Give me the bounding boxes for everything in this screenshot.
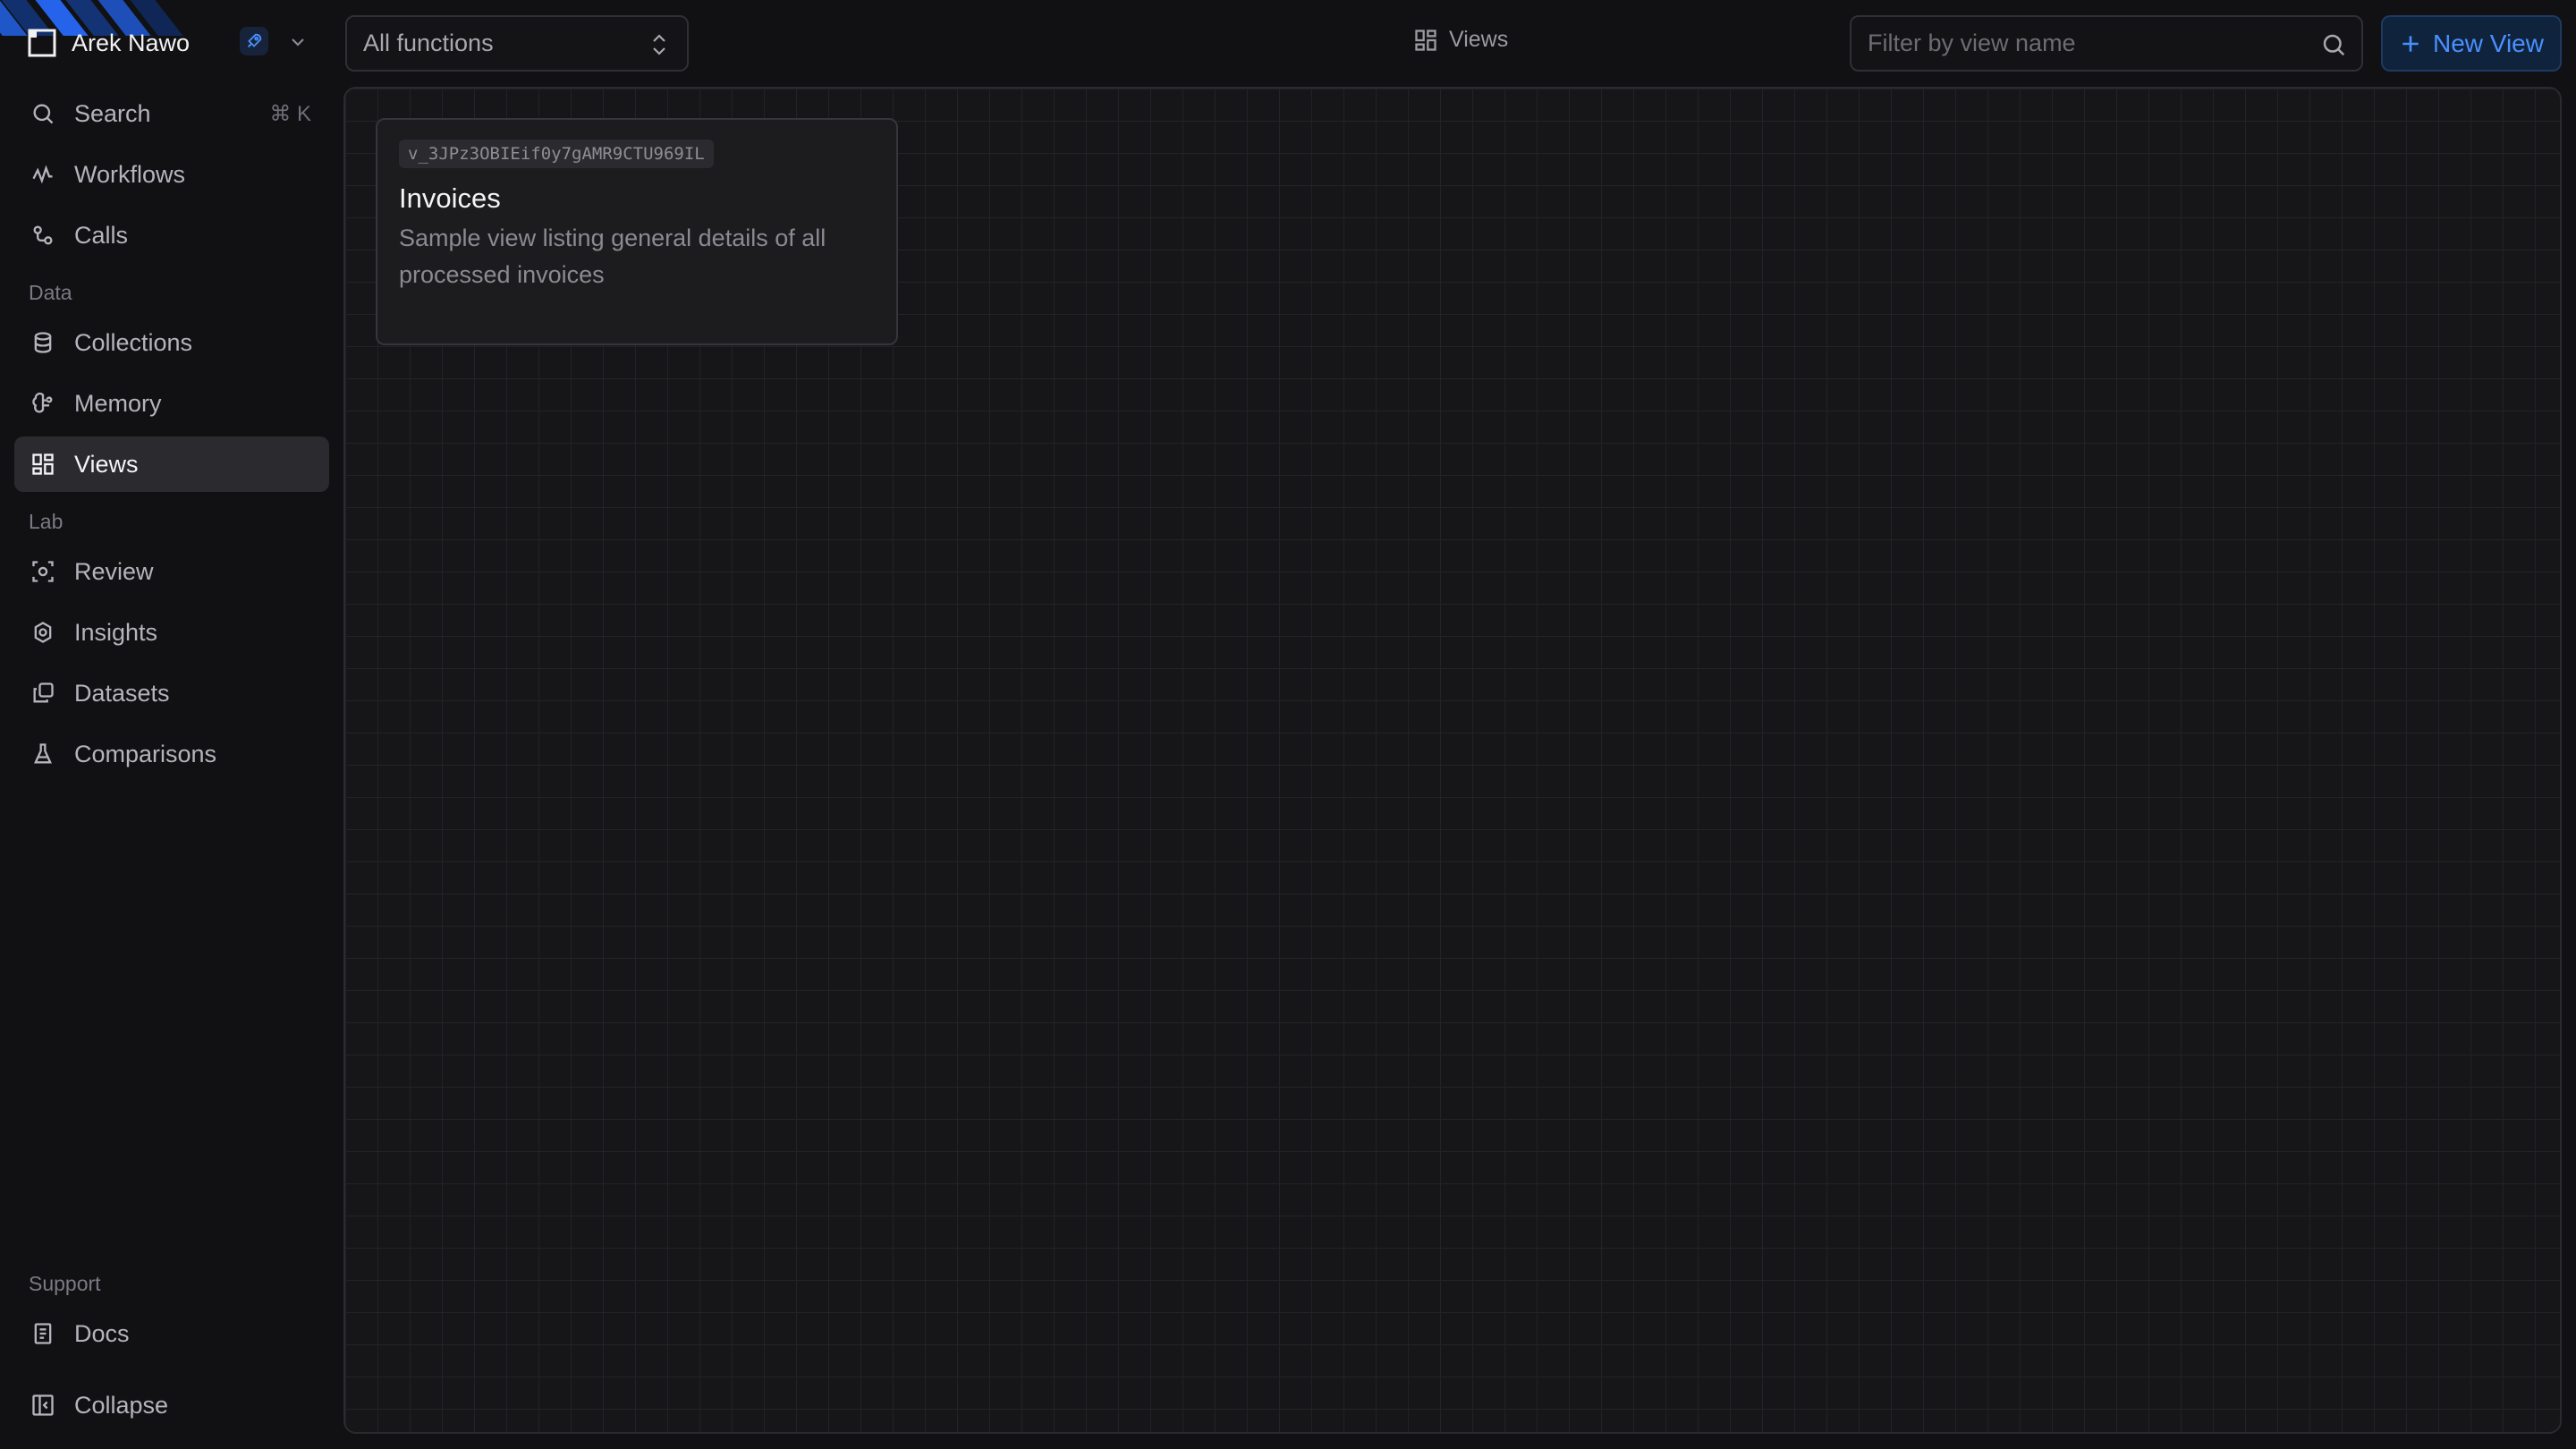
section-label-data: Data <box>29 281 72 304</box>
sidebar-item-label: Calls <box>74 221 129 249</box>
docs-icon <box>30 1320 56 1347</box>
sidebar-item-label: Collapse <box>74 1391 169 1419</box>
review-icon <box>30 558 56 585</box>
sidebar-item-insights[interactable]: Insights <box>14 605 329 660</box>
sidebar-item-label: Views <box>74 450 139 478</box>
sidebar-item-comparisons[interactable]: Comparisons <box>14 726 329 782</box>
new-view-button[interactable]: New View <box>2381 15 2562 72</box>
sidebar-item-label: Collections <box>74 328 193 356</box>
sidebar-item-collections[interactable]: Collections <box>14 315 329 370</box>
sidebar-item-label: Datasets <box>74 679 170 707</box>
views-canvas: v_3JPz3OBIEif0y7gAMR9CTU969IL Invoices S… <box>343 87 2562 1434</box>
sidebar-item-memory[interactable]: Memory <box>14 376 329 431</box>
view-card[interactable]: v_3JPz3OBIEif0y7gAMR9CTU969IL Invoices S… <box>376 118 898 345</box>
environment-badge[interactable] <box>240 27 268 55</box>
workspace-switcher[interactable]: Arek Nawo <box>27 23 190 63</box>
section-label-lab: Lab <box>29 510 64 533</box>
sidebar: Arek Nawo Search ⌘ K Workflows Calls Dat… <box>0 0 342 1449</box>
sidebar-item-docs[interactable]: Docs <box>14 1306 329 1361</box>
workflow-icon <box>30 161 56 188</box>
search-shortcut: ⌘ K <box>269 101 311 126</box>
chevron-down-icon[interactable] <box>288 32 308 52</box>
function-select-value: All functions <box>363 30 494 56</box>
sidebar-item-label: Insights <box>74 618 158 646</box>
sidebar-item-label: Review <box>74 557 154 585</box>
section-label-support: Support <box>29 1272 101 1295</box>
rocket-icon <box>247 33 262 48</box>
grid-icon <box>30 451 56 478</box>
view-id-badge: v_3JPz3OBIEif0y7gAMR9CTU969IL <box>399 140 714 168</box>
collapse-icon <box>30 1392 56 1419</box>
page-title-label: Views <box>1449 27 1509 52</box>
filter-view-input[interactable] <box>1852 17 2361 70</box>
new-view-label: New View <box>2433 29 2544 57</box>
view-description: Sample view listing general details of a… <box>399 225 826 288</box>
sidebar-item-search[interactable]: Search ⌘ K <box>14 86 329 141</box>
database-icon <box>30 329 56 356</box>
flask-icon <box>30 741 56 767</box>
search-icon <box>30 100 56 127</box>
sidebar-item-workflows[interactable]: Workflows <box>14 147 329 202</box>
function-select[interactable]: All functions <box>345 15 689 72</box>
sidebar-collapse-button[interactable]: Collapse <box>14 1377 329 1433</box>
workspace-name: Arek Nawo <box>72 29 191 56</box>
view-title: Invoices <box>399 182 501 214</box>
plus-icon <box>2402 35 2419 52</box>
search-icon[interactable] <box>2320 31 2347 58</box>
page-title: Views <box>1413 27 1508 53</box>
datasets-icon <box>30 680 56 707</box>
filter-view-input-wrapper <box>1850 15 2363 72</box>
sidebar-item-views[interactable]: Views <box>14 436 329 492</box>
insights-icon <box>30 619 56 646</box>
sidebar-item-label: Docs <box>74 1319 130 1347</box>
sidebar-item-label: Search <box>74 99 151 127</box>
sidebar-item-review[interactable]: Review <box>14 544 329 599</box>
sidebar-item-label: Workflows <box>74 160 186 188</box>
sidebar-item-label: Comparisons <box>74 740 217 767</box>
sidebar-item-label: Memory <box>74 389 162 417</box>
chevron-updown-icon <box>653 34 665 55</box>
sidebar-item-datasets[interactable]: Datasets <box>14 665 329 721</box>
grid-icon <box>1415 29 1436 51</box>
calls-icon <box>30 222 56 249</box>
sidebar-item-calls[interactable]: Calls <box>14 208 329 263</box>
square-logo-icon <box>28 29 56 57</box>
brain-icon <box>30 390 56 417</box>
